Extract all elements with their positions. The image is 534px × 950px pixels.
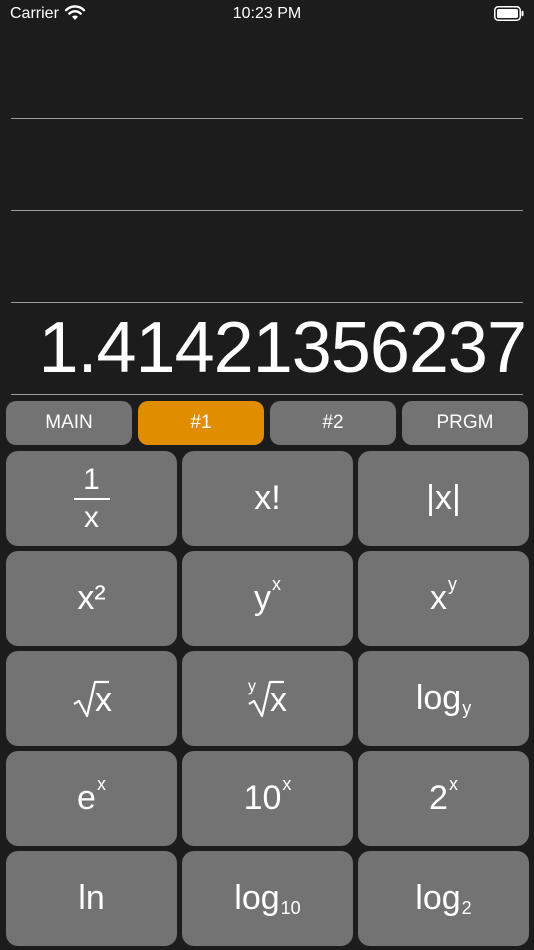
y-root-key[interactable]: y x <box>182 651 353 746</box>
ten-power-x-base: 10 <box>243 779 282 817</box>
y-power-x-exponent: x <box>272 574 281 594</box>
history-divider-3 <box>11 302 523 303</box>
two-power-x-exponent: x <box>448 774 458 794</box>
two-power-x-base: 2 <box>429 779 448 817</box>
tab-functions-1[interactable]: #1 <box>138 401 264 445</box>
history-divider-1 <box>11 118 523 119</box>
fraction-bar <box>73 497 110 500</box>
square-root-radicand: x <box>95 681 112 719</box>
tab-program[interactable]: PRGM <box>402 401 528 445</box>
y-power-x-base: y <box>254 579 271 617</box>
reciprocal-numerator: 1 <box>83 462 100 496</box>
x-power-y-base: x <box>430 579 447 617</box>
status-bar: Carrier 10:23 PM <box>0 0 534 30</box>
two-power-x-key[interactable]: 2x <box>358 751 529 846</box>
y-root-radicand: x <box>270 681 287 719</box>
e-power-x-key[interactable]: ex <box>6 751 177 846</box>
log-base-2-subscript: 2 <box>461 898 472 918</box>
absolute-value-key[interactable]: |x| <box>358 451 529 546</box>
log-base-y-label: log <box>415 679 462 717</box>
battery-icon <box>494 6 524 21</box>
x-power-y-exponent: y <box>448 574 457 594</box>
log-base-y-key[interactable]: log y <box>358 651 529 746</box>
natural-log-key[interactable]: ln <box>6 851 177 946</box>
status-time: 10:23 PM <box>232 5 302 22</box>
reciprocal-fraction: 1 x <box>73 462 110 534</box>
result-display: 1.41421356237 <box>38 308 527 388</box>
log-base-10-subscript: 10 <box>280 898 301 918</box>
tab-main[interactable]: MAIN <box>6 401 132 445</box>
x-power-y-key[interactable]: xy <box>358 551 529 646</box>
natural-log-label: ln <box>78 879 105 917</box>
display-divider <box>11 394 523 395</box>
log-base-2-label: log <box>415 879 461 917</box>
e-power-x-exponent: x <box>96 774 106 794</box>
square-root-expression: x <box>71 679 112 719</box>
log-base-10-key[interactable]: log 10 <box>182 851 353 946</box>
log-base-2-key[interactable]: log 2 <box>358 851 529 946</box>
y-root-index: y <box>248 678 256 695</box>
factorial-label: x! <box>254 479 281 517</box>
y-root-expression: y x <box>248 678 287 719</box>
reciprocal-denominator: x <box>84 500 99 534</box>
ten-power-x-exponent: x <box>282 774 292 794</box>
absolute-value-label: |x| <box>426 479 461 517</box>
ten-power-x-key[interactable]: 10 x <box>182 751 353 846</box>
history-divider-2 <box>11 210 523 211</box>
e-power-x-base: e <box>77 779 96 817</box>
square-key[interactable]: x² <box>6 551 177 646</box>
log-base-10-label: log <box>234 879 280 917</box>
square-root-key[interactable]: x <box>6 651 177 746</box>
tab-functions-2[interactable]: #2 <box>270 401 396 445</box>
calculator-screen: Carrier 10:23 PM 1.41421356237 MAIN #1 #… <box>0 0 534 950</box>
factorial-key[interactable]: x! <box>182 451 353 546</box>
reciprocal-key[interactable]: 1 x <box>6 451 177 546</box>
log-base-y-subscript: y <box>462 698 472 718</box>
y-power-x-key[interactable]: yx <box>182 551 353 646</box>
square-label: x² <box>77 579 106 617</box>
